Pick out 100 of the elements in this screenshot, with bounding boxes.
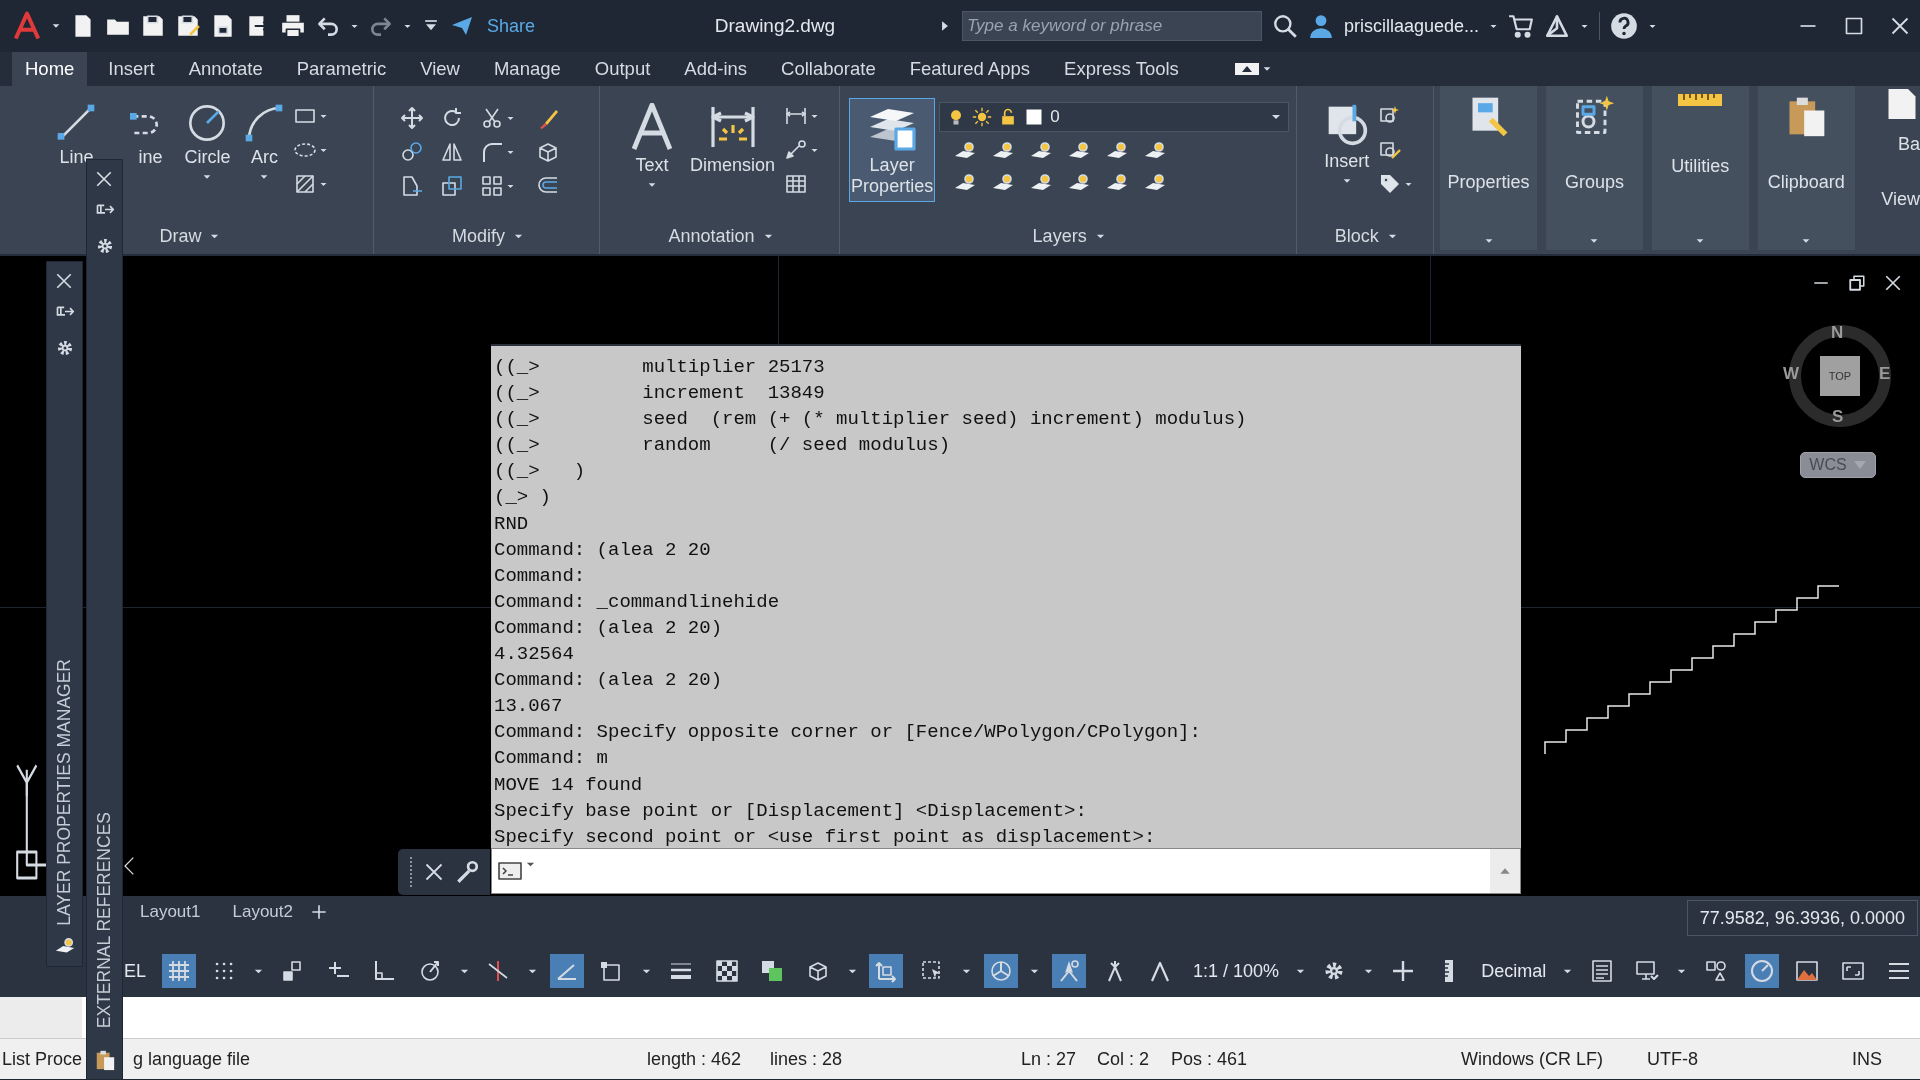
panel-title[interactable]: Annotation [668, 225, 755, 247]
cart-icon[interactable] [1508, 13, 1535, 39]
ribbon-tab[interactable]: Output [581, 52, 664, 86]
panel-title[interactable]: Draw [159, 225, 202, 247]
array-icon[interactable] [480, 174, 505, 198]
panel-button[interactable]: Utilities [1651, 86, 1749, 250]
app-logo-icon[interactable] [12, 11, 42, 41]
status-text: UTF-8 [1647, 1048, 1698, 1070]
compass-letter[interactable]: W [1783, 364, 1800, 384]
share-button[interactable]: Share [487, 15, 536, 37]
terminal-icon[interactable] [498, 859, 522, 883]
status-text[interactable]: 1:1 / 100% [1189, 960, 1284, 982]
cube-icon[interactable] [806, 959, 830, 983]
tool-button[interactable]: Dimension [685, 98, 781, 181]
ortho-icon[interactable] [372, 959, 397, 983]
layer-dropdown[interactable]: 0 [939, 102, 1290, 132]
print-icon[interactable] [280, 13, 306, 39]
search-field[interactable]: Type a keyword or phrase [962, 11, 1262, 41]
fullscreen-icon[interactable] [1840, 959, 1865, 983]
fillet-icon[interactable] [480, 140, 505, 164]
save-icon[interactable] [140, 13, 166, 39]
toggle-button[interactable] [161, 954, 196, 988]
ribbon-tab[interactable]: Parametric [283, 52, 400, 86]
selection-cycle-icon[interactable] [760, 959, 785, 983]
tool-label[interactable]: Ba [1897, 134, 1920, 155]
image-icon[interactable] [1795, 959, 1820, 983]
save-as-icon[interactable] [175, 13, 201, 39]
close-icon[interactable] [54, 272, 73, 290]
gizmo-icon [988, 959, 1013, 983]
panel-title[interactable]: Modify [452, 225, 506, 247]
history-line: MOVE 14 found [494, 772, 644, 798]
status-text: lines : 28 [770, 1048, 843, 1070]
stretch-icon[interactable] [400, 174, 425, 198]
maximize-icon[interactable] [1844, 16, 1864, 36]
ribbon-tab[interactable]: Insert [95, 52, 168, 86]
ribbon-tab[interactable]: Featured Apps [896, 52, 1044, 86]
palette-panel[interactable]: EXTERNAL REFERENCES [86, 159, 123, 1080]
toggle-button[interactable] [983, 954, 1018, 988]
palette-title[interactable]: LAYER PROPERTIES MANAGER [54, 659, 75, 926]
panel-button[interactable]: Properties [1440, 86, 1537, 250]
wrench-icon[interactable] [454, 859, 480, 885]
close-icon[interactable] [1890, 16, 1910, 36]
panel-toggle-icon[interactable] [1233, 61, 1260, 77]
ribbon-tab[interactable]: Add-ins [671, 52, 761, 86]
ribbon-tab[interactable]: Collaborate [768, 52, 889, 86]
triangle-logo-icon[interactable] [1544, 13, 1571, 39]
close-icon[interactable] [424, 862, 444, 882]
layer-properties-button[interactable]: Layer Properties [849, 98, 936, 202]
tool-button[interactable]: Text [623, 98, 681, 195]
scale-icon[interactable] [440, 174, 465, 198]
user-name[interactable]: priscillaaguede... [1344, 15, 1480, 37]
shapes-icon[interactable] [1703, 959, 1728, 983]
status-text[interactable]: EL [120, 960, 151, 982]
leader-icon[interactable] [784, 138, 809, 162]
status-text[interactable]: Decimal [1477, 960, 1551, 982]
toggle-button[interactable] [1051, 954, 1086, 988]
tool-button[interactable]: Insert [1319, 98, 1375, 191]
properties-list-icon[interactable] [1589, 959, 1614, 983]
history-line: ((_> seed (rem (+ (* multiplier seed) increment) modulus) [494, 407, 1248, 433]
toggle-button[interactable] [549, 954, 584, 988]
help-icon[interactable] [1610, 12, 1639, 40]
layout-tab[interactable]: Layout2 [218, 898, 307, 926]
user-icon[interactable] [1308, 13, 1334, 39]
ribbon-tab[interactable]: Express Tools [1051, 52, 1192, 86]
close-icon[interactable] [1884, 274, 1902, 292]
ribbon-tab[interactable]: Annotate [175, 52, 276, 86]
restore-icon[interactable] [1848, 274, 1866, 292]
compass-letter[interactable]: E [1879, 364, 1891, 384]
plus-icon[interactable] [311, 904, 327, 920]
ribbon-tab[interactable]: View [407, 52, 473, 86]
panel-title[interactable]: View [1881, 189, 1920, 210]
mirror-icon[interactable] [440, 140, 465, 164]
tool-button[interactable]: Circle [179, 98, 236, 187]
line-icon [56, 103, 97, 143]
panel-title[interactable]: Layers [1032, 225, 1087, 247]
view-cube[interactable]: TOP [1820, 356, 1860, 396]
close-icon[interactable] [94, 170, 113, 188]
panel-title[interactable]: Block [1334, 225, 1379, 247]
copy-icon[interactable] [400, 140, 425, 164]
toggle-button[interactable] [869, 954, 904, 988]
ribbon-tab[interactable]: Manage [480, 52, 574, 86]
move-icon[interactable] [400, 106, 425, 130]
tool-button[interactable]: Arc [239, 98, 290, 187]
plus-icon[interactable] [1390, 959, 1415, 983]
table-icon[interactable] [784, 172, 809, 196]
monitor-icon[interactable] [1635, 959, 1660, 983]
palette-panel[interactable]: LAYER PROPERTIES MANAGER [46, 261, 83, 967]
command-input[interactable] [491, 848, 1521, 894]
history-line: Command: _commandlinehide [494, 589, 781, 615]
command-line-handle[interactable] [398, 849, 490, 895]
checker-icon[interactable] [714, 959, 739, 983]
panel-button[interactable]: Groups [1545, 86, 1643, 250]
compass-letter[interactable]: S [1832, 407, 1844, 427]
ribbon-tab[interactable]: Home [12, 52, 88, 86]
search-icon[interactable] [1272, 13, 1298, 39]
toggle-button[interactable] [1744, 954, 1779, 988]
layout-tab[interactable]: Layout1 [126, 898, 215, 926]
compass-letter[interactable]: N [1831, 323, 1844, 343]
panel-button[interactable]: Clipboard [1757, 86, 1855, 250]
palette-title[interactable]: EXTERNAL REFERENCES [94, 811, 115, 1028]
